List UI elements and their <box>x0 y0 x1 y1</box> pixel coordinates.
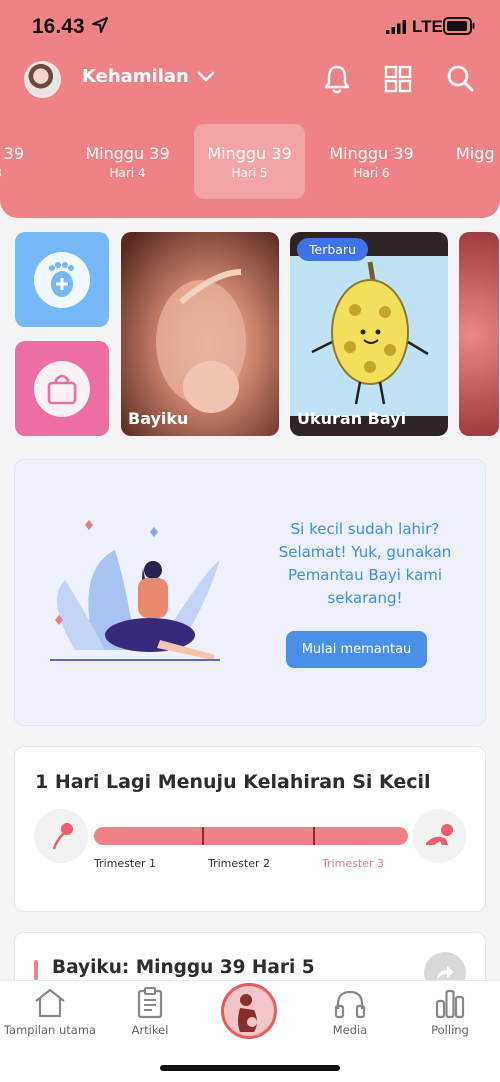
baby-size-card[interactable]: Terbaru Ukuran Bayi <box>290 232 448 436</box>
pregnancy-icon <box>238 994 257 1032</box>
week-tab[interactable]: Minggu 39 Hari 4 <box>72 124 183 199</box>
trimester-divider <box>202 827 204 845</box>
baby-card-label: Bayiku <box>128 409 189 428</box>
baby-size-card-label: Ukuran Bayi <box>297 409 407 428</box>
week-tab-selected[interactable]: Minggu 39 Hari 5 <box>194 124 305 199</box>
section-marker <box>34 960 38 980</box>
fetus-image <box>156 269 246 413</box>
trimester-divider <box>313 827 315 845</box>
shop-tile[interactable] <box>15 341 109 436</box>
nav-polling-label: Polling <box>431 1023 469 1037</box>
home-indicator <box>160 1065 340 1071</box>
tile-icon-bg <box>34 361 90 417</box>
mode-selector[interactable]: Kehamilan <box>82 66 215 87</box>
nav-media-label: Media <box>332 1023 368 1037</box>
network-type: LTE <box>412 17 443 36</box>
week-tab-label: ggu 39 <box>0 144 24 163</box>
tile-icon-bg <box>34 252 90 308</box>
bar-chart-icon <box>435 989 465 1019</box>
chevron-down-icon <box>197 71 215 81</box>
headphones-icon <box>334 990 366 1019</box>
nav-pregnancy[interactable] <box>221 983 277 1039</box>
week-tab-day: ari 3 <box>0 166 66 180</box>
week-tab-label: Minggu 39 <box>329 144 414 163</box>
nav-media[interactable]: Media <box>300 987 400 1037</box>
location-arrow-icon <box>92 17 108 33</box>
mother-baby-illustration <box>50 520 220 661</box>
baby-tracker-tile[interactable] <box>15 232 109 327</box>
article-icon <box>137 987 163 1019</box>
status-bar: 16.43 LTE <box>0 0 500 54</box>
week-tab[interactable]: Migg <box>448 124 500 199</box>
signal-icon <box>386 20 406 34</box>
week-tab[interactable]: Minggu 39 Hari 6 <box>316 124 427 199</box>
jackfruit-image <box>311 261 429 405</box>
week-tab[interactable]: ggu 39 ari 3 <box>0 124 66 199</box>
baby-foot-icon <box>49 262 74 297</box>
baby-card[interactable]: Bayiku <box>121 232 279 436</box>
section-title: Bayiku: Minggu 39 Hari 5 <box>52 957 315 978</box>
shopping-bag-icon <box>47 374 77 405</box>
trimester-label: Trimester 1 <box>94 857 156 870</box>
trimester-label-active: Trimester 3 <box>322 857 384 870</box>
pregnancy-progress-bar <box>94 827 408 845</box>
nav-articles-label: Artikel <box>131 1023 169 1037</box>
bell-icon[interactable] <box>323 64 351 94</box>
next-card[interactable] <box>459 232 499 436</box>
search-icon[interactable] <box>446 64 474 94</box>
nav-polling[interactable]: Polling <box>400 987 500 1037</box>
week-tab-day: Hari 6 <box>353 166 390 180</box>
battery-icon <box>443 17 475 35</box>
trimester-label: Trimester 2 <box>208 857 270 870</box>
home-icon <box>35 988 65 1018</box>
nav-articles[interactable]: Artikel <box>100 987 200 1037</box>
week-tab-label: Minggu 39 <box>207 144 292 163</box>
countdown-card: 1 Hari Lagi Menuju Kelahiran Si Kecil Tr… <box>14 746 486 912</box>
week-tab-label: Migg <box>456 144 495 163</box>
nav-home[interactable]: Tampilan utama <box>0 987 100 1037</box>
baby-monitor-promo: Si kecil sudah lahir? Selamat! Yuk, guna… <box>14 459 486 726</box>
crawling-baby-icon <box>412 809 466 863</box>
grid-icon[interactable] <box>384 64 412 94</box>
new-badge: Terbaru <box>297 238 368 261</box>
start-monitoring-button[interactable]: Mulai memantau <box>286 631 427 668</box>
week-tab-label: Minggu 39 <box>85 144 170 163</box>
header: 16.43 LTE Kehamilan ggu 39 ari 3 Minggu … <box>0 0 500 218</box>
promo-text: Si kecil sudah lahir? Selamat! Yuk, guna… <box>278 520 452 607</box>
page-title: Kehamilan <box>82 66 189 87</box>
countdown-title: 1 Hari Lagi Menuju Kelahiran Si Kecil <box>35 771 431 793</box>
week-tab-day: Hari 5 <box>231 166 268 180</box>
nav-home-label: Tampilan utama <box>3 1023 97 1037</box>
status-time: 16.43 <box>32 15 85 38</box>
sperm-egg-icon <box>34 809 88 863</box>
week-selector: ggu 39 ari 3 Minggu 39 Hari 4 Minggu 39 … <box>0 124 500 200</box>
week-tab-day: Hari 4 <box>109 166 146 180</box>
avatar[interactable] <box>24 61 61 98</box>
